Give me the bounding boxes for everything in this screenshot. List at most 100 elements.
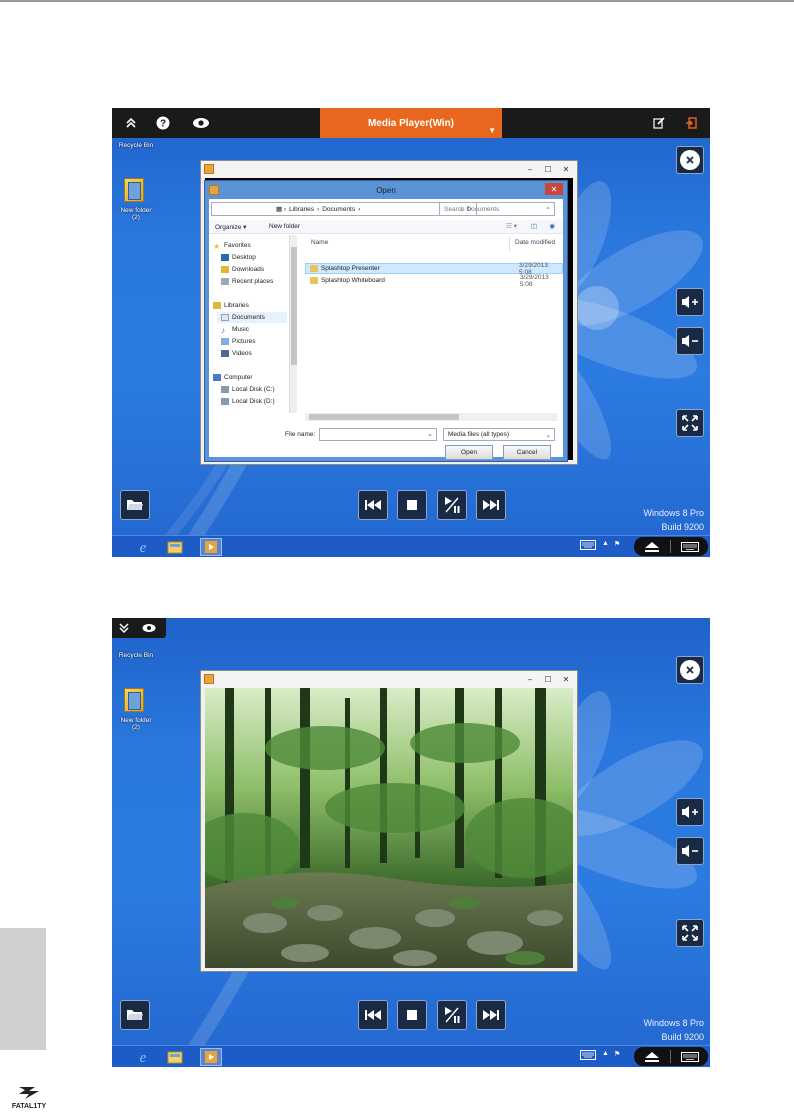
stop-button[interactable] [397,1000,427,1030]
close-player-button[interactable] [676,146,704,174]
documents-icon [221,314,229,321]
nav-disk-d[interactable]: Local Disk (D:) [221,396,275,407]
folder-icon [310,277,318,284]
volume-down-button[interactable] [676,837,704,865]
show-hidden-icons[interactable]: ▲ [602,1050,609,1057]
open-file-button[interactable] [120,490,150,520]
edit-icon[interactable] [644,108,674,138]
fullscreen-button[interactable] [676,409,704,437]
media-player-title: Media Player(Win) [367,117,455,129]
next-button[interactable] [476,490,506,520]
open-button[interactable]: Open [445,445,493,460]
file-type-value: Media files (all types) [448,431,510,438]
volume-down-button[interactable] [676,327,704,355]
file-name: Splashtop Whiteboard [320,277,385,284]
open-file-button[interactable] [120,1000,150,1030]
nav-pictures[interactable]: Pictures [221,336,255,347]
previous-button[interactable] [358,1000,388,1030]
exit-icon[interactable] [676,108,706,138]
close-icon[interactable]: ✕ [557,163,575,175]
double-chevron-down-icon[interactable] [112,618,136,638]
eye-icon[interactable] [186,108,216,138]
play-pause-button[interactable] [437,490,467,520]
nav-scroll-thumb[interactable] [291,247,297,365]
column-name[interactable]: Name [311,239,328,251]
file-type-select[interactable]: Media files (all types) ⌄ [443,428,555,441]
nav-disk-c[interactable]: Local Disk (C:) [221,384,275,395]
view-options-icon[interactable]: ☷ ▾ [506,222,517,230]
recycle-bin-label: Recycle Bin [118,652,154,659]
search-input[interactable]: Search Documents ⌕ [439,202,555,216]
address-libraries[interactable]: Libraries [289,206,314,213]
file-date: 3/29/2013 5:08 [519,273,549,288]
address-bar[interactable]: ▦ › Libraries › Documents › ⌄ ↻ [211,202,477,216]
nav-recent[interactable]: Recent places [221,276,273,287]
caret-down-icon[interactable]: ▼ [488,126,496,135]
dialog-close-icon[interactable]: ✕ [545,183,563,195]
keyboard-tray-icon[interactable] [580,540,596,552]
nav-pane-scrollbar[interactable] [289,235,297,413]
eye-icon[interactable] [136,618,162,638]
next-button[interactable] [476,1000,506,1030]
nav-favorites[interactable]: ★ Favorites [213,240,251,251]
fatality-logo: FATAL1TY [12,1087,47,1110]
help-icon[interactable]: ? [148,108,178,138]
chevron-down-icon[interactable]: ⌄ [546,431,551,439]
file-row[interactable]: Splashtop Whiteboard 3/29/2013 5:08 [305,273,563,288]
minimize-icon[interactable]: – [521,673,539,685]
stop-button[interactable] [397,490,427,520]
file-explorer-icon[interactable] [164,538,186,556]
nav-videos[interactable]: Videos [221,348,252,359]
file-row[interactable]: Splashtop Presenter 3/29/2013 5:08 [305,262,563,276]
volume-up-button[interactable] [676,798,704,826]
eject-icon[interactable] [643,541,661,553]
nav-desktop[interactable]: Desktop [221,252,256,263]
flag-tray-icon[interactable]: ⚑ [614,540,620,548]
nav-computer[interactable]: Computer [213,372,253,383]
chevron-down-icon[interactable]: ⌄ [427,430,433,438]
fullscreen-button[interactable] [676,919,704,947]
play-pause-button[interactable] [437,1000,467,1030]
internet-explorer-icon[interactable]: e [132,538,154,556]
folder-icon[interactable] [124,178,144,202]
help-circle-icon[interactable]: ◉ [549,222,555,230]
preview-pane-icon[interactable]: ◫ [531,222,537,230]
volume-up-button[interactable] [676,288,704,316]
file-list-scrollbar[interactable] [305,413,557,421]
new-folder-label: New folder (2) [114,207,158,221]
file-explorer-icon[interactable] [164,1048,186,1066]
file-list-scroll-thumb[interactable] [309,414,459,420]
minimize-icon[interactable]: – [521,163,539,175]
media-player-tab[interactable]: Media Player(Win) ▼ [320,108,502,138]
media-player-taskbar-icon[interactable] [200,538,222,556]
folder-icon[interactable] [124,688,144,712]
nav-documents[interactable]: Documents [217,312,287,323]
previous-button[interactable] [358,490,388,520]
double-chevron-up-icon[interactable] [116,108,146,138]
flag-tray-icon[interactable]: ⚑ [614,1050,620,1058]
keyboard-icon[interactable] [681,1051,700,1063]
cancel-button[interactable]: Cancel [503,445,551,460]
maximize-icon[interactable]: ☐ [539,163,557,175]
keyboard-icon[interactable] [681,541,700,553]
eject-icon[interactable] [643,1051,661,1063]
media-player-taskbar-icon[interactable] [200,1048,222,1066]
keyboard-tray-icon[interactable] [580,1050,596,1062]
file-name-input[interactable]: ⌄ [319,428,437,441]
maximize-icon[interactable]: ☐ [539,673,557,685]
disk-icon [221,386,229,393]
show-hidden-icons[interactable]: ▲ [602,540,609,547]
organize-button[interactable]: Organize ▾ [215,223,246,231]
close-player-button[interactable] [676,656,704,684]
fullscreen-icon [682,925,698,941]
window-controls: – ☐ ✕ [521,163,575,175]
new-folder-button[interactable]: New folder [269,223,300,230]
address-documents[interactable]: Documents [322,206,355,213]
close-icon[interactable]: ✕ [557,673,575,685]
nav-downloads[interactable]: Downloads [221,264,264,275]
search-placeholder: Search Documents [444,205,500,213]
column-date-modified[interactable]: Date modified [515,239,555,251]
nav-music[interactable]: ♪ Music [221,324,249,335]
internet-explorer-icon[interactable]: e [132,1048,154,1066]
nav-libraries[interactable]: Libraries [213,300,249,311]
